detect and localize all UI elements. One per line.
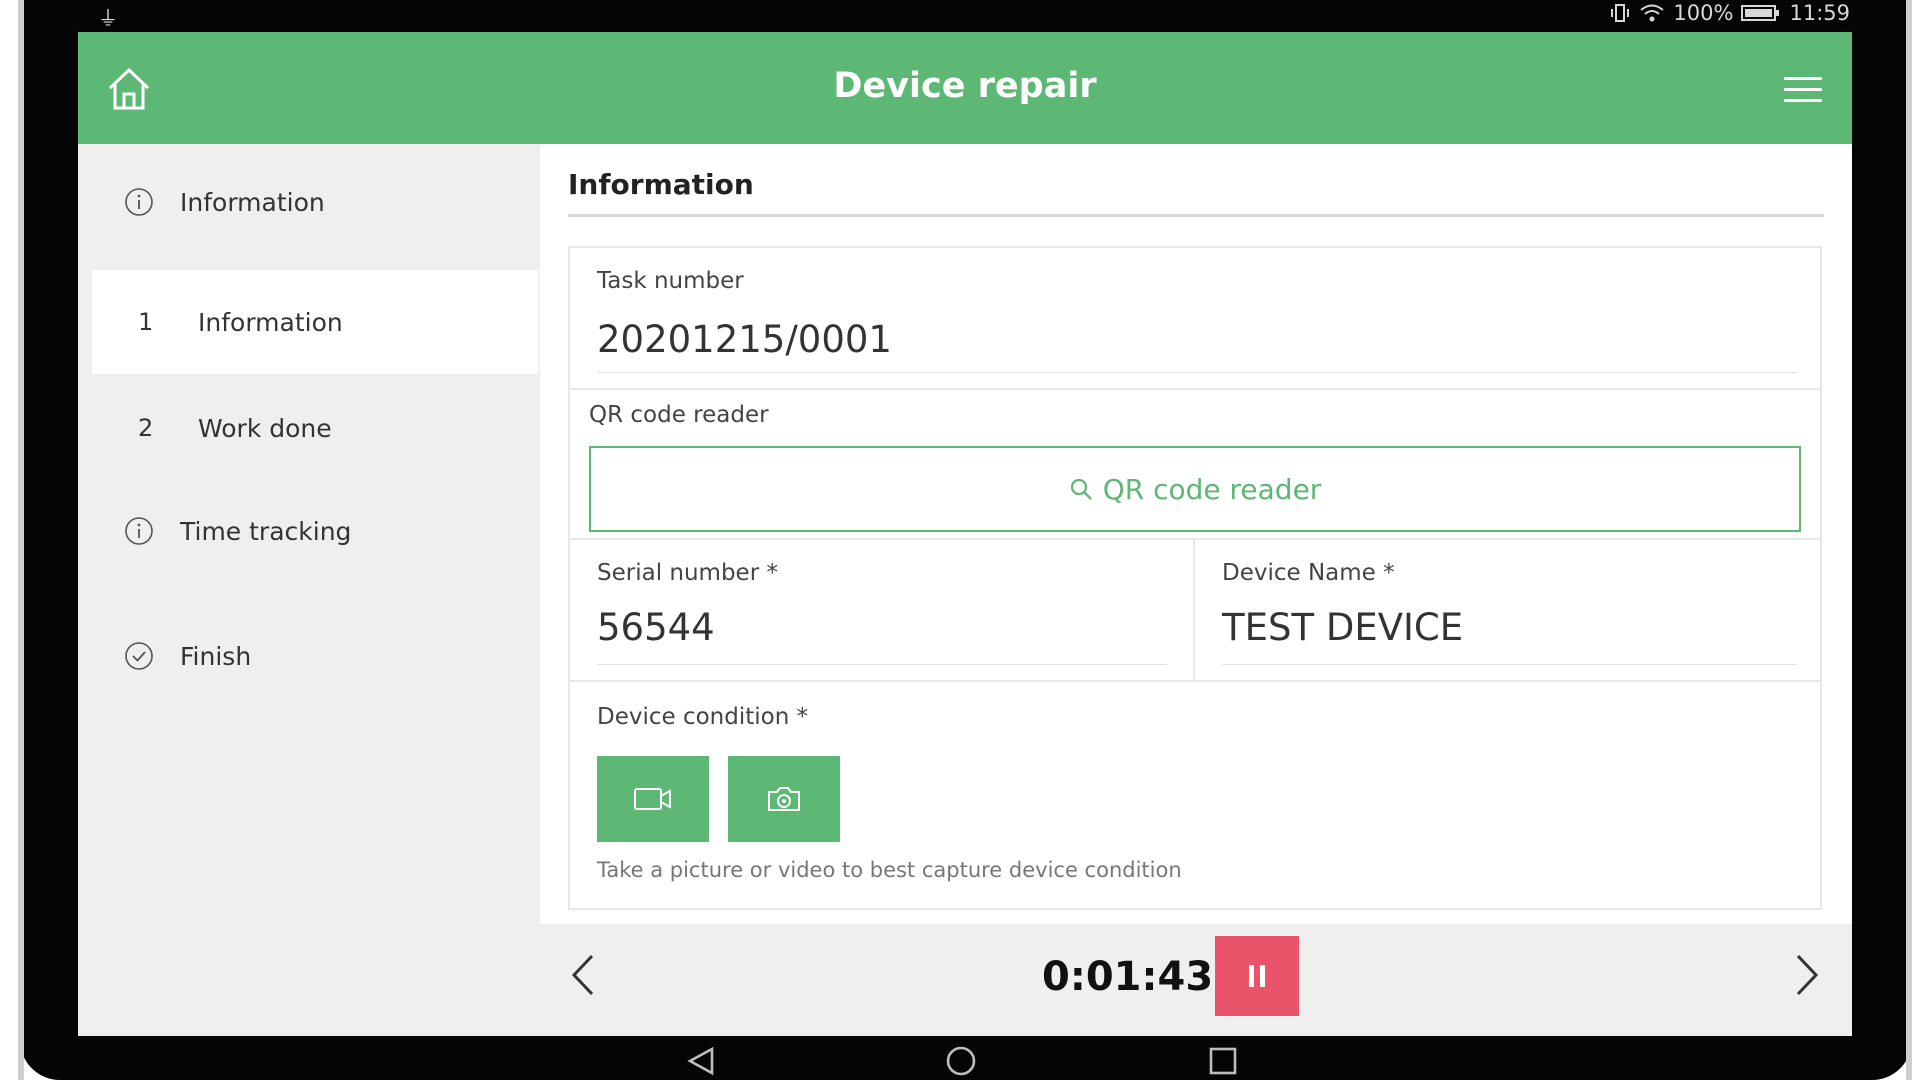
app-bar: Device repair xyxy=(78,32,1852,144)
sidebar-item-label: Finish xyxy=(180,641,252,671)
info-icon xyxy=(125,188,153,216)
task-number-value[interactable]: 20201215/0001 xyxy=(597,318,892,361)
qr-reader-card: QR code reader QR code reader xyxy=(568,388,1822,540)
check-circle-icon xyxy=(125,642,153,670)
section-title: Information xyxy=(568,168,754,201)
sidebar-item-step-information[interactable]: 1 Information xyxy=(92,270,538,374)
app-screen: Device repair Information 1 Information … xyxy=(78,32,1852,1036)
section-divider xyxy=(568,214,1824,217)
elapsed-timer: 0:01:43 xyxy=(1042,954,1214,1000)
bezel-edge-right xyxy=(1906,0,1912,1080)
serial-number-label: Serial number * xyxy=(597,560,778,586)
search-icon xyxy=(1070,478,1092,500)
pause-icon xyxy=(1249,965,1265,987)
bezel-edge-left xyxy=(18,0,24,1080)
status-time: 11:59 xyxy=(1789,1,1850,25)
sidebar-item-label: Time tracking xyxy=(180,516,352,546)
sidebar-item-step-work-done[interactable]: 2 Work done xyxy=(92,376,538,480)
system-nav-bar xyxy=(620,1040,1340,1080)
step-number: 1 xyxy=(138,308,154,336)
device-name-value[interactable]: TEST DEVICE xyxy=(1222,606,1463,649)
task-number-card: Task number 20201215/0001 xyxy=(568,246,1822,390)
usb-icon: ⏚ xyxy=(98,6,118,30)
chevron-right-icon[interactable] xyxy=(1792,950,1822,1000)
camera-icon xyxy=(768,787,800,811)
video-camera-icon xyxy=(634,788,671,810)
qr-reader-label: QR code reader xyxy=(589,402,769,428)
qr-reader-button[interactable]: QR code reader xyxy=(589,446,1801,532)
take-photo-button[interactable] xyxy=(728,756,840,842)
device-condition-card: Device condition * Take a picture or vid… xyxy=(568,680,1822,910)
content-panel: Information Task number 20201215/0001 QR… xyxy=(540,144,1852,924)
pause-button[interactable] xyxy=(1215,936,1299,1016)
vibrate-icon xyxy=(1611,4,1630,22)
field-underline xyxy=(597,664,1167,665)
step-number: 2 xyxy=(138,414,154,442)
recents-nav-icon[interactable] xyxy=(1208,1046,1238,1076)
home-nav-icon[interactable] xyxy=(945,1045,977,1077)
sidebar-item-information-section[interactable]: Information xyxy=(92,150,538,254)
sidebar-item-time-tracking[interactable]: Time tracking xyxy=(92,479,538,583)
sidebar: Information 1 Information 2 Work done Ti… xyxy=(78,144,538,1036)
app-title: Device repair xyxy=(833,66,1097,106)
battery-percent: 100% xyxy=(1673,1,1734,25)
record-video-button[interactable] xyxy=(597,756,709,842)
field-underline xyxy=(1222,664,1797,665)
device-condition-label: Device condition * xyxy=(597,704,809,730)
sidebar-item-label: Information xyxy=(180,187,325,217)
chevron-left-icon[interactable] xyxy=(568,950,598,1000)
back-nav-icon[interactable] xyxy=(686,1046,716,1076)
device-name-card: Device Name * TEST DEVICE xyxy=(1193,538,1822,682)
info-icon xyxy=(125,517,153,545)
field-underline xyxy=(597,372,1797,373)
sidebar-item-label: Work done xyxy=(198,413,332,443)
device-name-label: Device Name * xyxy=(1222,560,1395,586)
serial-number-card: Serial number * 56544 xyxy=(568,538,1195,682)
sidebar-item-finish[interactable]: Finish xyxy=(92,604,538,708)
qr-reader-button-label: QR code reader xyxy=(1102,472,1322,506)
status-bar: ⏚ 100% 11:59 xyxy=(80,0,1850,30)
task-number-label: Task number xyxy=(597,268,744,294)
device-condition-hint: Take a picture or video to best capture … xyxy=(597,858,1182,882)
bottom-bar: 0:01:43 xyxy=(540,924,1852,1036)
sidebar-item-label: Information xyxy=(198,307,343,337)
battery-icon xyxy=(1741,5,1780,21)
wifi-icon xyxy=(1640,4,1665,22)
serial-number-value[interactable]: 56544 xyxy=(597,606,715,649)
hamburger-menu-icon[interactable] xyxy=(1784,76,1822,104)
